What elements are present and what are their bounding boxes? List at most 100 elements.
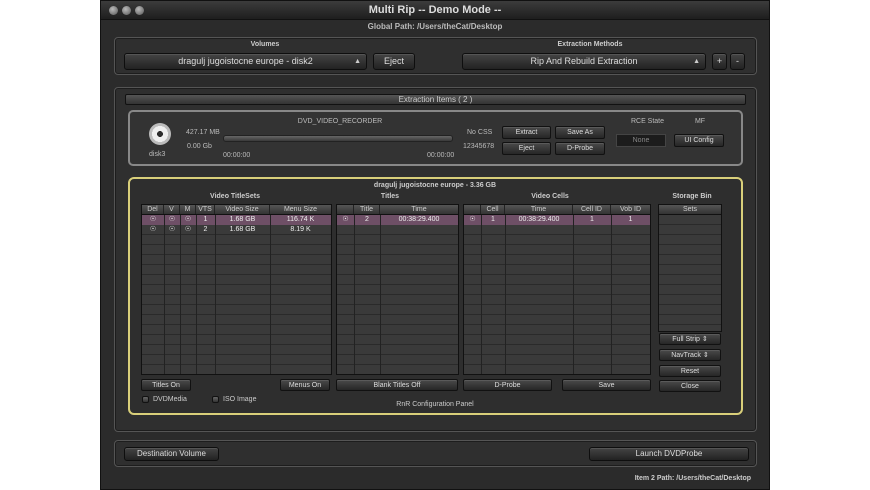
css-status: No CSS	[467, 129, 493, 136]
titles-on-button[interactable]: Titles On	[141, 379, 191, 391]
eject-volume-button[interactable]: Eject	[373, 53, 415, 70]
cell-time: 00:38:29.400	[518, 216, 560, 223]
iso-image-radio[interactable]	[212, 396, 219, 403]
extraction-method-select[interactable]: Rip And Rebuild Extraction ▲	[462, 53, 706, 70]
full-strip-select[interactable]: Full Strip ⇕	[659, 333, 721, 345]
col-time[interactable]: Time	[380, 205, 458, 214]
table-row[interactable]: ☉ ☉ ☉ 2 1.68 GB 8.19 K	[142, 225, 331, 235]
vts-menu-size: 8.19 K	[290, 226, 311, 233]
full-strip-value: Full Strip	[672, 336, 700, 343]
eye-icon[interactable]: ☉	[464, 215, 481, 225]
titles-table[interactable]: Title Time ☉ 2 00:38:29.400	[336, 204, 459, 375]
disk-size-mb: 427.17 MB	[186, 129, 220, 136]
vts-table[interactable]: Del V M VTS Video Size Menu Size ☉ ☉ ☉ 1…	[141, 204, 332, 375]
vts-section-title: Video TitleSets	[210, 193, 260, 200]
disk-name: disk3	[149, 151, 166, 158]
col-menu-size[interactable]: Menu Size	[270, 205, 331, 214]
launch-dvdprobe-button[interactable]: Launch DVDProbe	[589, 447, 749, 461]
ui-config-button[interactable]: UI Config	[674, 134, 724, 147]
eye-icon[interactable]: ☉	[142, 215, 164, 225]
col-cell[interactable]: Cell	[481, 205, 505, 214]
table-row[interactable]: ☉ ☉ ☉ 1 1.68 GB 116.74 K	[142, 215, 331, 225]
navtrack-value: NavTrack	[671, 352, 701, 359]
titles-table-header: Title Time	[337, 205, 458, 215]
dvd-disc-icon	[149, 123, 171, 145]
time-end: 00:00:00	[427, 152, 455, 159]
eye-icon[interactable]: ☉	[142, 225, 164, 235]
col-vts[interactable]: VTS	[196, 205, 215, 214]
dvdmedia-label: DVDMedia	[153, 396, 187, 403]
cell-number: 1	[491, 216, 495, 223]
col-cell-id[interactable]: Cell ID	[573, 205, 611, 214]
rnr-header: dragulj jugoistocne europe - 3.36 GB	[373, 182, 497, 189]
vob-id: 1	[628, 216, 633, 223]
storage-bin-table[interactable]: Sets	[658, 204, 722, 332]
rip-progress-bar	[223, 135, 453, 142]
extraction-items-panel: Extraction Items ( 2 ) disk3 427.17 MB 0…	[114, 87, 757, 432]
eye-icon[interactable]: ☉	[164, 215, 180, 225]
col-video-size[interactable]: Video Size	[215, 205, 270, 214]
eject-disk-button[interactable]: Eject	[502, 142, 551, 155]
dvdmedia-radio[interactable]	[142, 396, 149, 403]
cells-section-title: Video Cells	[531, 193, 569, 200]
vts-number: 1	[203, 216, 208, 223]
extract-button[interactable]: Extract	[502, 126, 551, 139]
navtrack-select[interactable]: NavTrack ⇕	[659, 349, 721, 361]
title-bar: Multi Rip -- Demo Mode --	[101, 1, 769, 20]
eye-icon[interactable]: ☉	[164, 225, 180, 235]
iso-image-label: ISO Image	[223, 396, 257, 403]
vts-menu-size: 116.74 K	[286, 216, 315, 223]
col-eye	[464, 205, 481, 214]
eye-icon[interactable]: ☉	[180, 215, 196, 225]
rce-state-label: RCE State	[630, 118, 665, 125]
eye-icon[interactable]: ☉	[337, 215, 354, 225]
table-row[interactable]: ☉ 1 00:38:29.400 1 1	[464, 215, 650, 225]
col-v[interactable]: V	[164, 205, 180, 214]
vts-number: 2	[203, 226, 208, 233]
title-time: 00:38:29.400	[398, 216, 440, 223]
item-path: Item 2 Path: /Users/theCat/Desktop	[634, 475, 751, 482]
select-arrows-icon: ▲	[354, 58, 361, 65]
rce-state-value: None	[616, 134, 666, 147]
cell-id: 1	[590, 216, 594, 223]
vts-table-header: Del V M VTS Video Size Menu Size	[142, 205, 331, 215]
col-eye	[337, 205, 354, 214]
col-vob-id[interactable]: Vob ID	[611, 205, 650, 214]
reset-button[interactable]: Reset	[659, 365, 721, 377]
eye-icon[interactable]: ☉	[180, 225, 196, 235]
extraction-methods-label: Extraction Methods	[557, 41, 623, 48]
storage-section-title: Storage Bin	[672, 193, 712, 200]
close-button[interactable]: Close	[659, 380, 721, 392]
col-title[interactable]: Title	[354, 205, 380, 214]
col-m[interactable]: M	[180, 205, 196, 214]
table-row[interactable]: ☉ 2 00:38:29.400	[337, 215, 458, 225]
menus-on-button[interactable]: Menus On	[280, 379, 330, 391]
vts-video-size: 1.68 GB	[229, 216, 256, 223]
main-window: Multi Rip -- Demo Mode -- Global Path: /…	[100, 0, 770, 490]
col-sets[interactable]: Sets	[659, 205, 721, 214]
mf-label: MF	[694, 118, 706, 125]
col-cell-time[interactable]: Time	[505, 205, 573, 214]
select-arrows-icon: ▲	[693, 58, 700, 65]
cells-table[interactable]: Cell Time Cell ID Vob ID ☉ 1 00:38:29.40…	[463, 204, 651, 375]
time-start: 00:00:00	[223, 152, 251, 159]
disk-recorder-label: DVD_VIDEO_RECORDER	[297, 118, 383, 125]
add-method-button[interactable]: +	[712, 53, 727, 70]
d-probe-button[interactable]: D-Probe	[555, 142, 605, 155]
cells-table-header: Cell Time Cell ID Vob ID	[464, 205, 650, 215]
window-title: Multi Rip -- Demo Mode --	[368, 4, 502, 16]
disk-item-card[interactable]: disk3 427.17 MB 0.00 Gb DVD_VIDEO_RECORD…	[128, 110, 743, 166]
volumes-select[interactable]: dragulj jugoistocne europe - disk2 ▲	[124, 53, 367, 70]
save-as-button[interactable]: Save As	[555, 126, 605, 139]
vts-video-size: 1.68 GB	[229, 226, 256, 233]
blank-titles-off-button[interactable]: Blank Titles Off	[336, 379, 458, 391]
save-button[interactable]: Save	[562, 379, 651, 391]
volumes-label: Volumes	[250, 41, 280, 48]
d-probe-cells-button[interactable]: D-Probe	[463, 379, 552, 391]
global-path: Global Path: /Users/theCat/Desktop	[367, 22, 503, 31]
rnr-configuration-panel: dragulj jugoistocne europe - 3.36 GB Vid…	[128, 177, 743, 415]
col-del[interactable]: Del	[142, 205, 164, 214]
rnr-panel-label: RnR Configuration Panel	[396, 401, 474, 408]
remove-method-button[interactable]: -	[730, 53, 745, 70]
destination-volume-button[interactable]: Destination Volume	[124, 447, 219, 461]
